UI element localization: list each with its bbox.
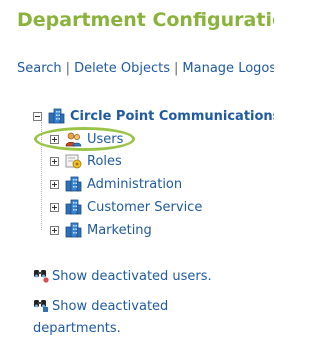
users-highlight-annotation xyxy=(34,127,135,151)
roles-icon xyxy=(65,154,82,169)
expand-icon[interactable] xyxy=(50,202,59,212)
tree-node-root[interactable]: Circle Point Communications xyxy=(33,107,274,125)
binoculars-user-icon xyxy=(34,270,49,283)
department-icon xyxy=(65,222,82,238)
show-deactivated-departments-line2[interactable]: departments. xyxy=(33,321,121,336)
tree-node-label[interactable]: Roles xyxy=(87,154,122,169)
tree-node-customer-service[interactable]: Customer Service xyxy=(50,198,202,216)
expand-icon[interactable] xyxy=(50,225,59,235)
show-deactivated-departments-line1[interactable]: Show deactivated xyxy=(52,299,168,314)
department-icon xyxy=(65,199,82,215)
expand-icon[interactable] xyxy=(50,156,59,166)
department-icon xyxy=(48,108,65,124)
tree-root-label[interactable]: Circle Point Communications xyxy=(70,109,274,124)
tree-node-administration[interactable]: Administration xyxy=(50,175,182,193)
tree-node-label[interactable]: Customer Service xyxy=(87,200,202,215)
tree-node-marketing[interactable]: Marketing xyxy=(50,221,152,239)
binoculars-department-icon xyxy=(34,300,48,312)
show-deactivated-departments-link[interactable]: Show deactivated departments. xyxy=(33,296,168,340)
collapse-icon[interactable] xyxy=(33,111,42,121)
show-deactivated-users-label[interactable]: Show deactivated users. xyxy=(52,269,212,284)
expand-icon[interactable] xyxy=(50,179,59,189)
tree-node-label[interactable]: Marketing xyxy=(87,223,152,238)
tree-node-roles[interactable]: Roles xyxy=(50,152,122,170)
show-deactivated-users-link[interactable]: Show deactivated users. xyxy=(33,266,212,288)
tree-node-label[interactable]: Administration xyxy=(87,177,182,192)
department-icon xyxy=(65,176,82,192)
department-configuration-page: Department Configuration Search | Delete O… xyxy=(0,0,274,356)
